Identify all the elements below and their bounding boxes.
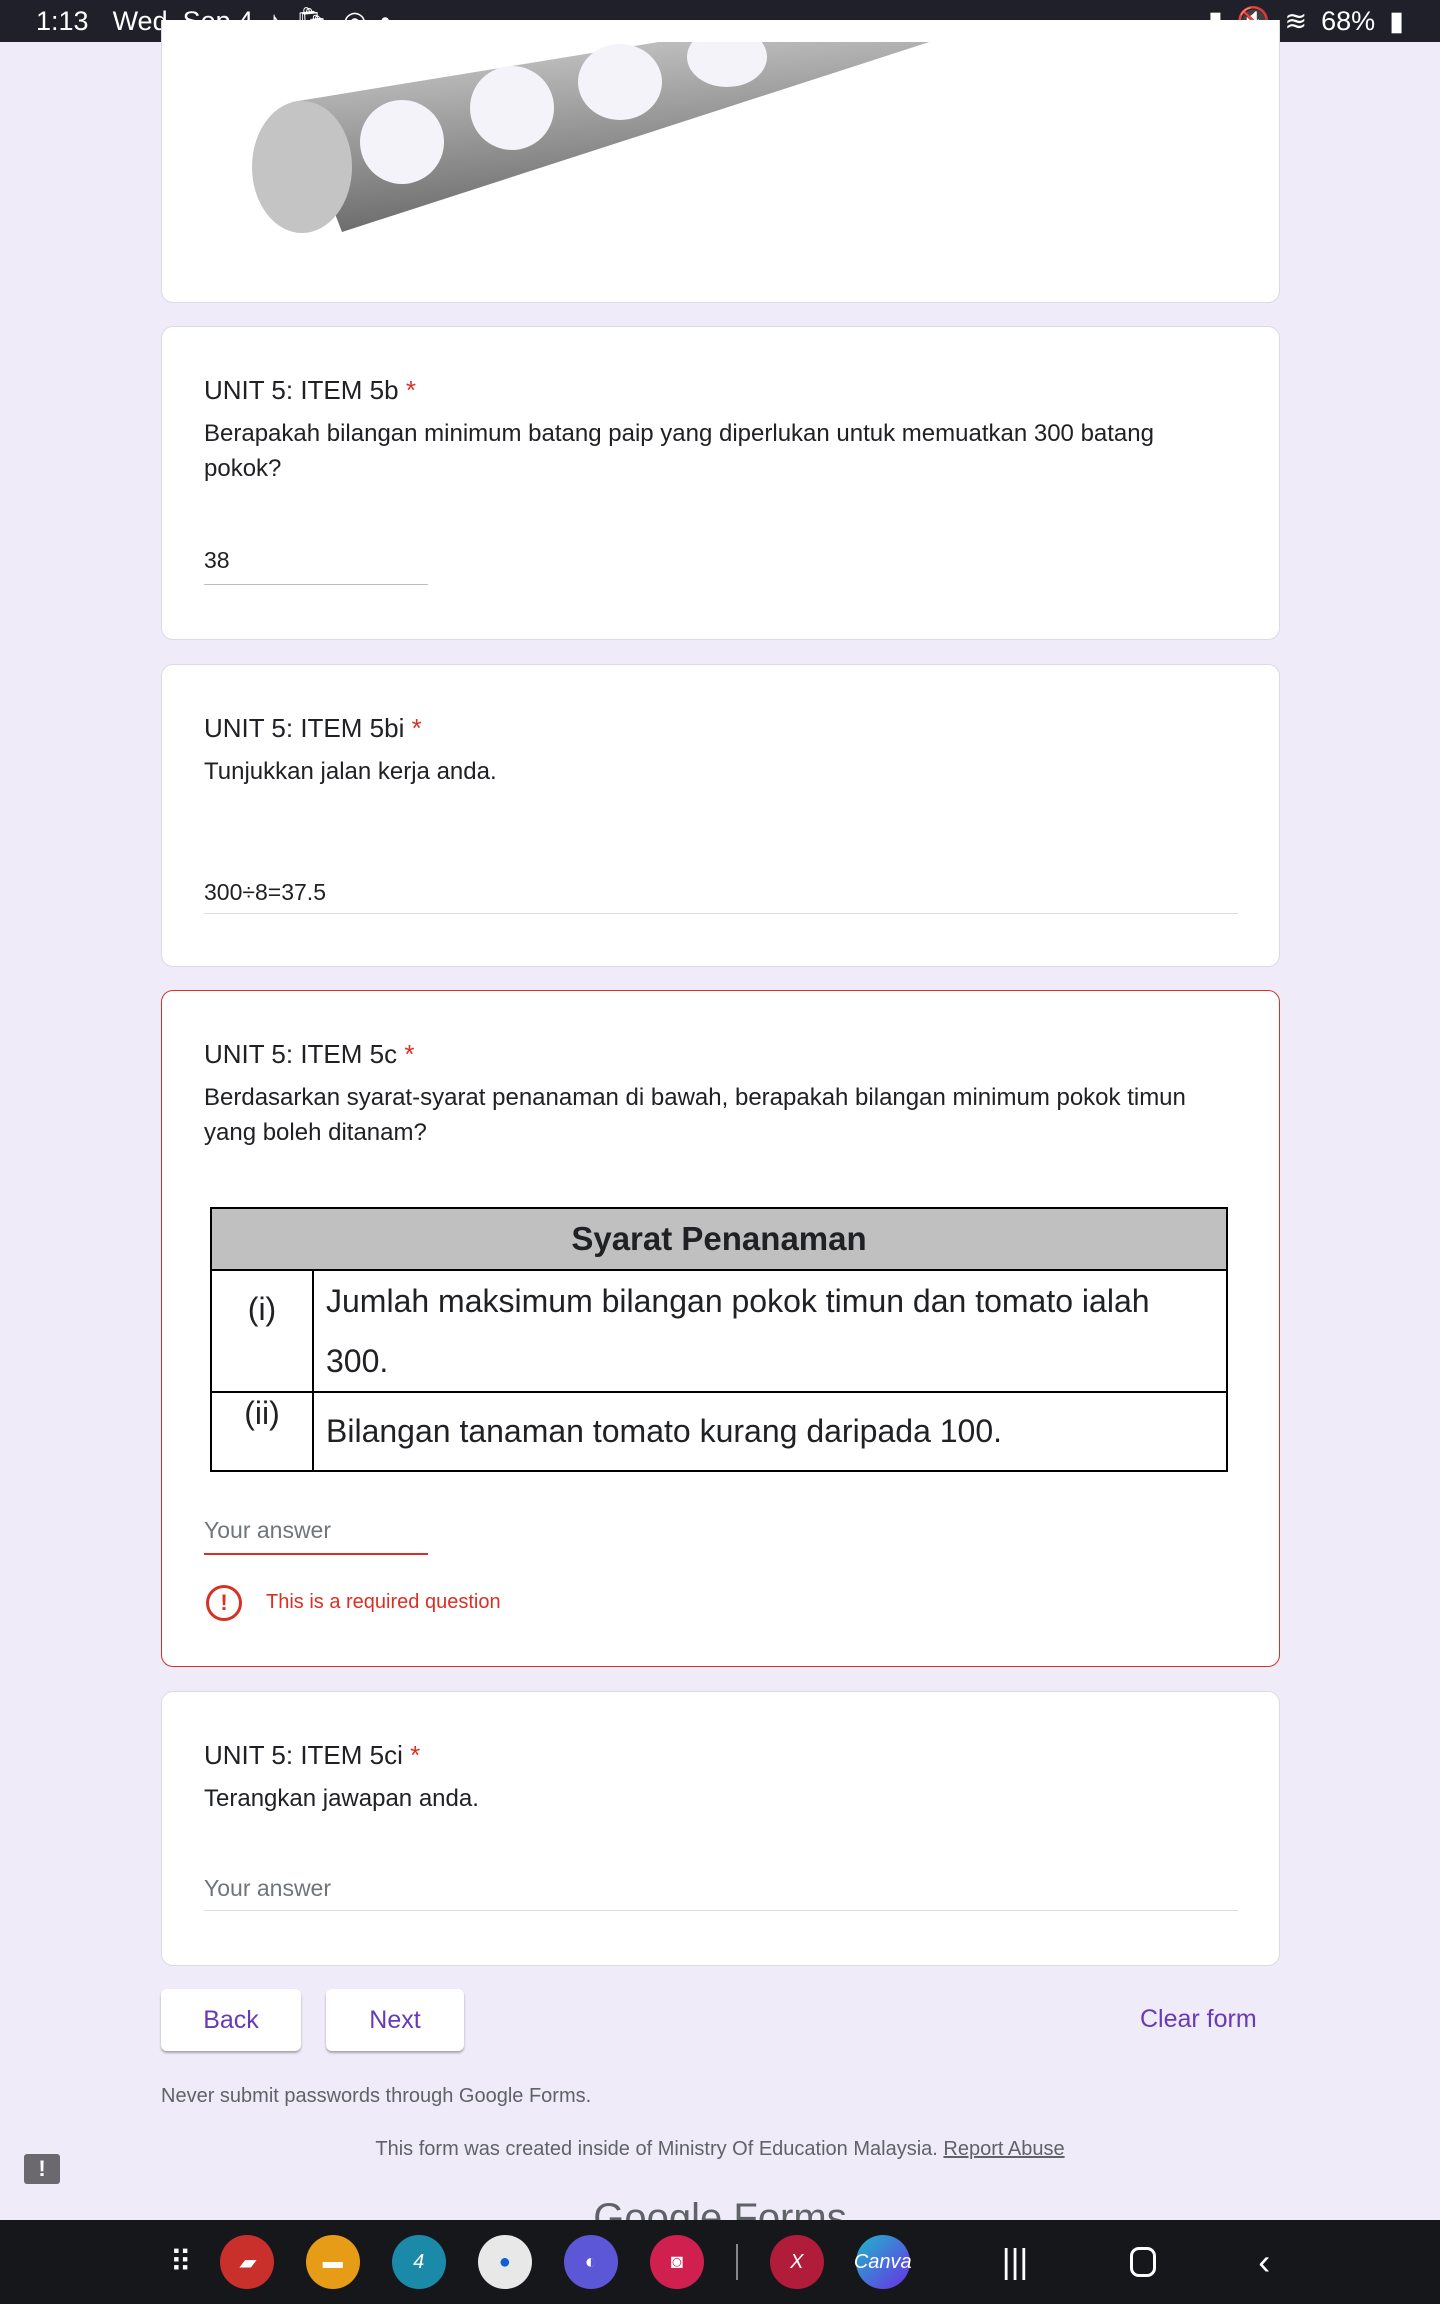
- row-number: (ii): [210, 1391, 314, 1472]
- recents-icon[interactable]: |||: [1002, 2243, 1029, 2282]
- question-card-5ci: UNIT 5: ITEM 5ci * Terangkan jawapan and…: [161, 1691, 1280, 1966]
- answer-input[interactable]: 38: [204, 547, 230, 574]
- question-text: Tunjukkan jalan kerja anda.: [204, 758, 497, 785]
- wifi-icon: ≋: [1284, 5, 1308, 36]
- answer-input[interactable]: 300÷8=37.5: [204, 879, 326, 906]
- browser-app-icon[interactable]: ◐: [563, 2235, 618, 2289]
- report-abuse-link[interactable]: Report Abuse: [943, 2138, 1064, 2160]
- image-card: [161, 20, 1280, 303]
- time: 1:13: [36, 5, 89, 36]
- answer-input[interactable]: Your answer: [204, 1517, 331, 1544]
- feedback-icon[interactable]: !: [24, 2154, 60, 2184]
- question-title: UNIT 5: ITEM 5b *: [204, 375, 416, 405]
- excel-app-icon[interactable]: X: [769, 2235, 824, 2289]
- canva-app-icon[interactable]: Canva: [854, 2235, 912, 2289]
- clear-form-button[interactable]: Clear form: [1140, 2005, 1257, 2034]
- question-title: UNIT 5: ITEM 5ci *: [204, 1740, 421, 1770]
- battery-icon: ▮: [1389, 5, 1404, 36]
- question-card-5b: UNIT 5: ITEM 5b * Berapakah bilangan min…: [161, 326, 1280, 640]
- answer-underline: [204, 584, 428, 585]
- question-text: Terangkan jawapan anda.: [204, 1785, 479, 1812]
- answer-underline: [204, 1910, 1238, 1911]
- home-icon[interactable]: [1130, 2247, 1157, 2277]
- row-text: Jumlah maksimum bilangan pokok timun dan…: [312, 1269, 1228, 1393]
- answer-input[interactable]: Your answer: [204, 1875, 331, 1902]
- files-app-icon[interactable]: ▬: [305, 2235, 360, 2289]
- question-title: UNIT 5: ITEM 5bi *: [204, 713, 422, 743]
- calendar-app-icon[interactable]: 4: [391, 2235, 446, 2289]
- question-text: Berapakah bilangan minimum batang paip y…: [204, 420, 1154, 482]
- question-card-5c: UNIT 5: ITEM 5c * Berdasarkan syarat-sya…: [161, 990, 1280, 1667]
- answer-underline: [204, 1553, 428, 1555]
- table-header: Syarat Penanaman: [210, 1207, 1228, 1271]
- pipe-image: [252, 42, 930, 233]
- question-title: UNIT 5: ITEM 5c *: [204, 1039, 415, 1069]
- error-message: This is a required question: [266, 1591, 501, 1613]
- question-card-5bi: UNIT 5: ITEM 5bi * Tunjukkan jalan kerja…: [161, 664, 1280, 967]
- conditions-table: Syarat Penanaman (i) Jumlah maksimum bila…: [210, 1207, 1228, 1472]
- messages-app-icon[interactable]: ●: [477, 2235, 532, 2289]
- app-drawer-icon[interactable]: ⠿: [170, 2245, 192, 2280]
- camera-app-icon[interactable]: ◙: [649, 2235, 704, 2289]
- battery-level: 68%: [1321, 5, 1376, 36]
- back-button[interactable]: Back: [161, 1989, 301, 2051]
- footer-text: This form was created inside of Ministry…: [375, 2138, 1065, 2160]
- question-text: Berdasarkan syarat-syarat penanaman di b…: [204, 1084, 1186, 1146]
- notes-app-icon[interactable]: ▰: [219, 2235, 274, 2289]
- row-number: (i): [210, 1269, 314, 1393]
- back-nav-icon[interactable]: ‹: [1258, 2241, 1270, 2283]
- answer-underline: [204, 913, 1238, 914]
- navigation-bar: ⠿ ▰ ▬ 4 ● ◐ ◙ X Canva ||| ‹: [0, 2220, 1440, 2304]
- password-warning: Never submit passwords through Google Fo…: [161, 2085, 592, 2107]
- dock-divider: [735, 2244, 738, 2280]
- next-button[interactable]: Next: [326, 1989, 464, 2051]
- error-icon: !: [206, 1585, 242, 1621]
- row-text: Bilangan tanaman tomato kurang daripada …: [312, 1391, 1228, 1472]
